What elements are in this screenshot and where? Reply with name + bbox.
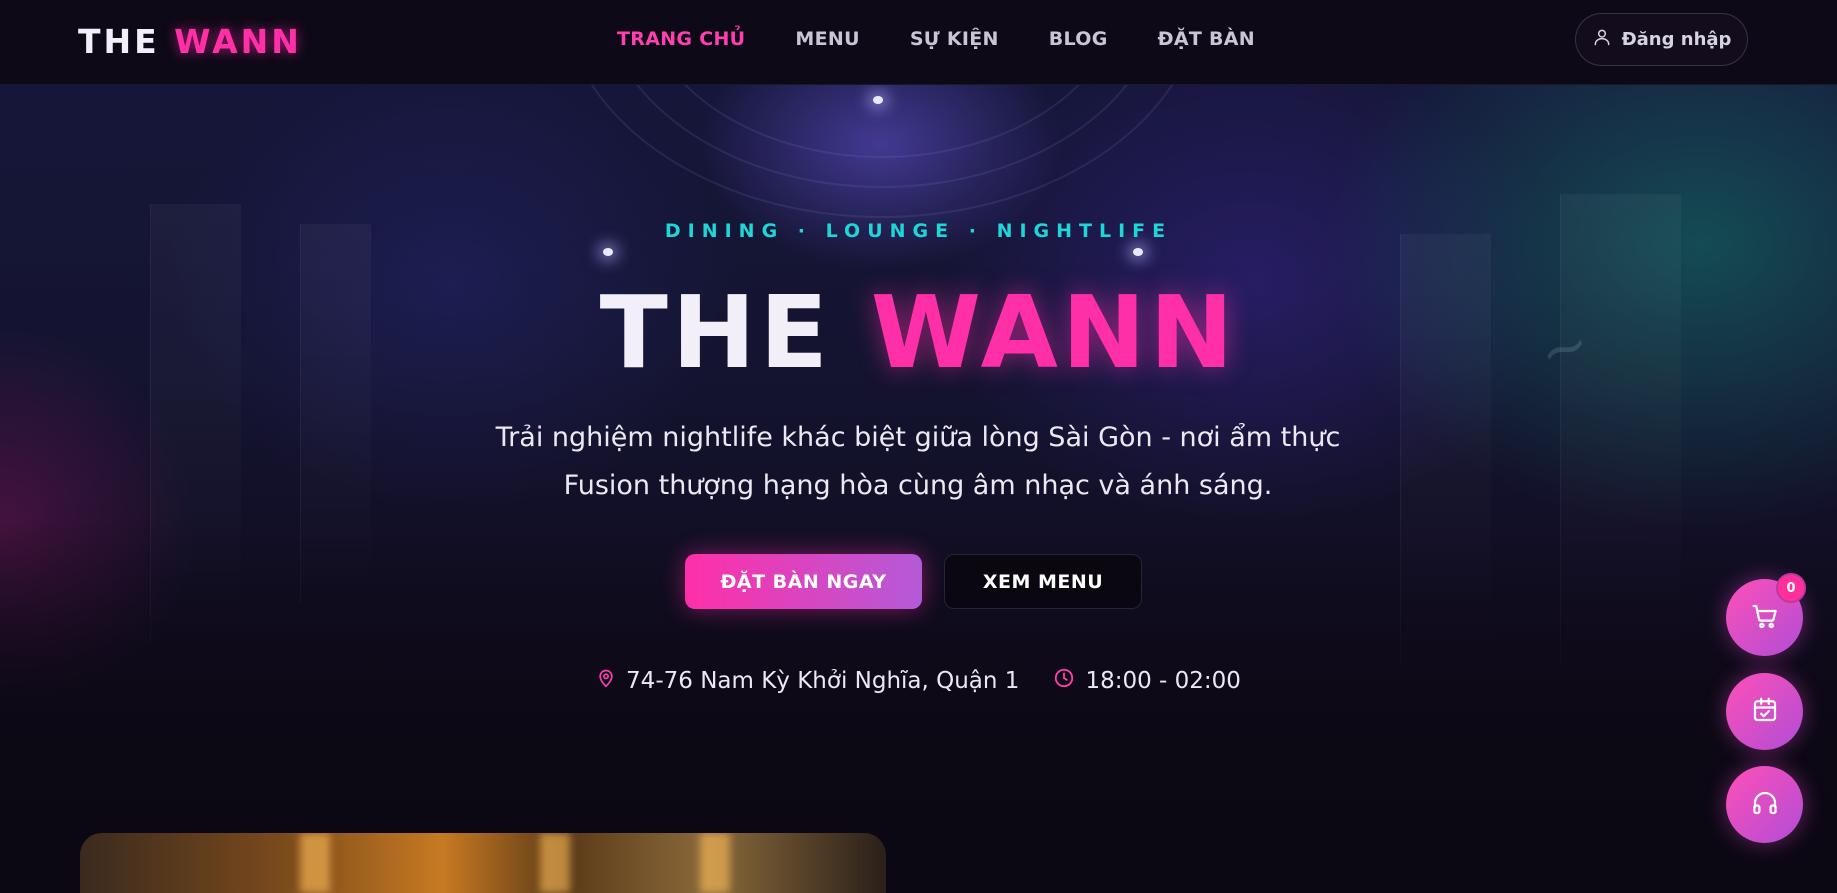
site-header: THE WANN TRANG CHỦ MENU SỰ KIỆN BLOG ĐẶT… [0,0,1837,85]
nav-item-su-kien[interactable]: SỰ KIỆN [910,28,999,50]
cart-icon [1750,601,1780,635]
map-pin-icon [596,666,616,696]
calendar-check-icon [1750,695,1780,729]
hero-tagline: DINING · LOUNGE · NIGHTLIFE [664,220,1173,242]
logo-word-wann: WANN [174,22,302,61]
hours-text: 18:00 - 02:00 [1085,668,1241,694]
site-logo[interactable]: THE WANN [78,22,302,61]
hero-description-line-1: Trải nghiệm nightlife khác biệt giữa lòn… [495,422,1341,453]
hero-description-line-2: Fusion thượng hạng hòa cùng âm nhạc và á… [563,470,1273,501]
cart-button[interactable]: 0 [1726,573,1806,656]
clock-icon [1053,667,1075,695]
login-button[interactable]: Đăng nhập [1575,13,1748,66]
book-table-button[interactable]: ĐẶT BÀN NGAY [685,554,922,609]
main-nav: TRANG CHỦ MENU SỰ KIỆN BLOG ĐẶT BÀN [617,28,1305,50]
hours-info: 18:00 - 02:00 [1053,666,1241,696]
reservation-calendar-button[interactable] [1726,673,1803,750]
support-button[interactable] [1726,766,1803,843]
headset-icon [1750,788,1780,822]
address-text: 74-76 Nam Kỳ Khởi Nghĩa, Quận 1 [626,668,1020,694]
user-icon [1592,27,1612,52]
login-label: Đăng nhập [1621,29,1732,50]
logo-word-the: THE [78,22,160,61]
nav-item-menu[interactable]: MENU [795,28,859,50]
hero-description: Trải nghiệm nightlife khác biệt giữa lòn… [468,414,1368,510]
featured-image-card[interactable] [80,833,886,893]
hero-title-the: THE [599,274,832,391]
nav-item-blog[interactable]: BLOG [1049,28,1108,50]
nav-item-dat-ban[interactable]: ĐẶT BÀN [1158,28,1255,50]
address-info: 74-76 Nam Kỳ Khởi Nghĩa, Quận 1 [596,666,1019,696]
view-menu-button[interactable]: XEM MENU [944,554,1142,609]
hero-title: THE WANN [0,278,1837,388]
hero-info-row: 74-76 Nam Kỳ Khởi Nghĩa, Quận 1 18:00 - … [0,666,1837,696]
cart-count-badge: 0 [1776,573,1806,603]
nav-item-trang-chu[interactable]: TRANG CHỦ [617,28,745,50]
hero-title-wann: WANN [870,274,1238,391]
